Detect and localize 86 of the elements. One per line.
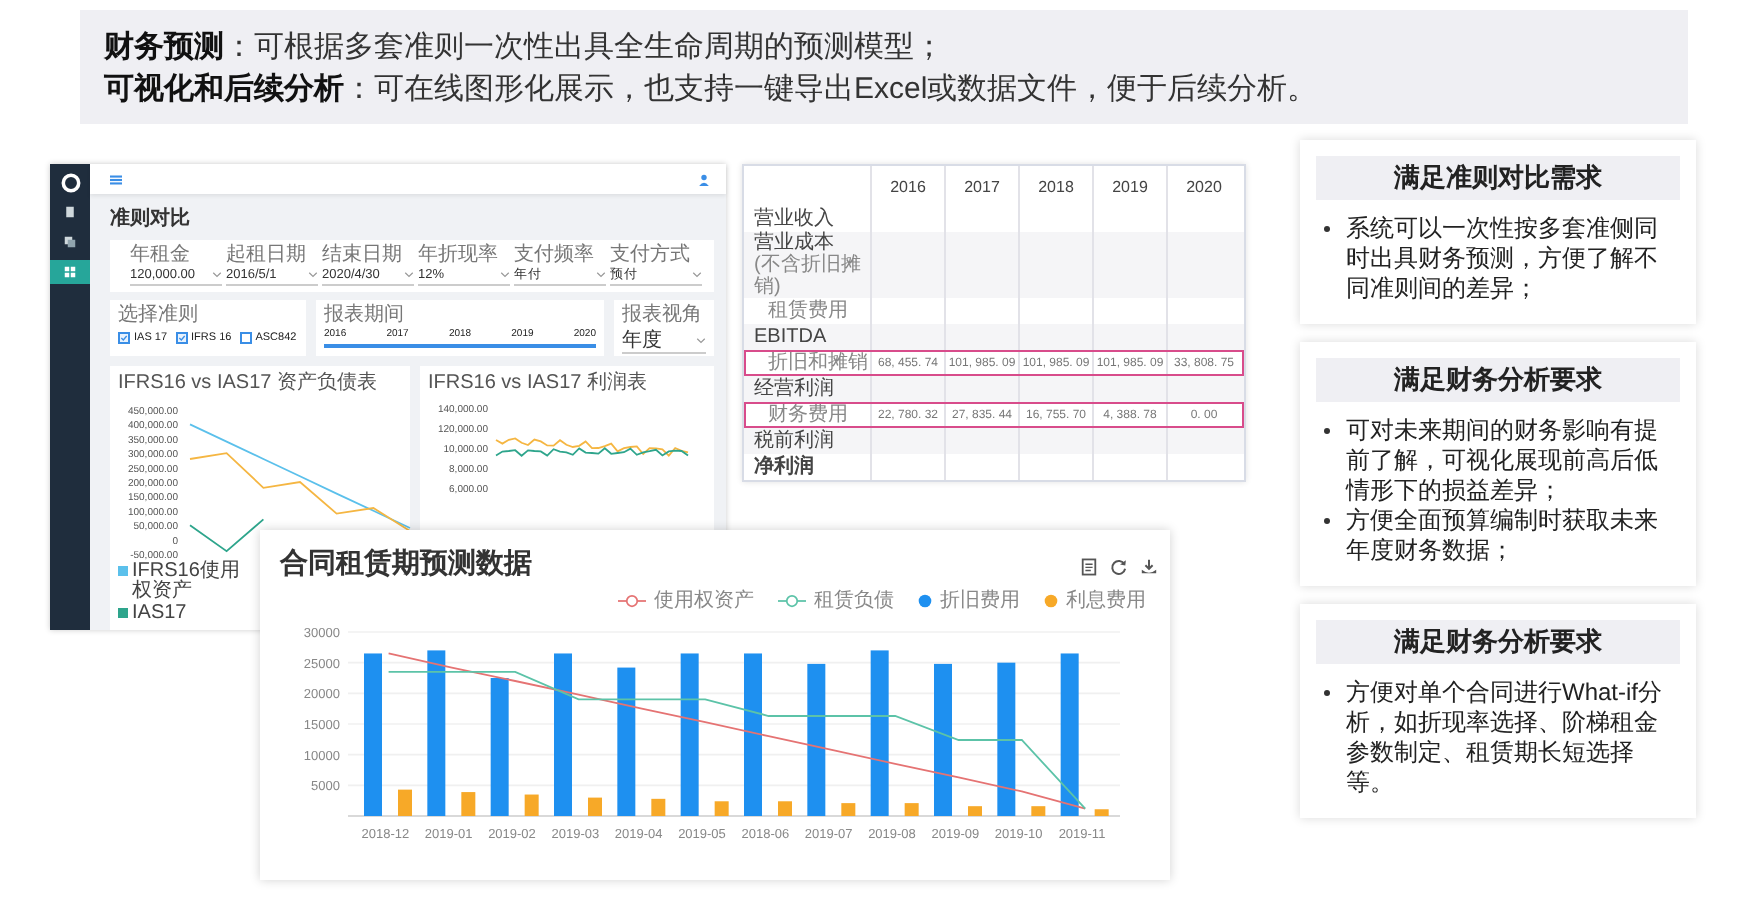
card-title: 满足准则对比需求 bbox=[1316, 156, 1680, 200]
legend-label: IFRS16使用权资产 bbox=[132, 562, 242, 602]
chart-bar bbox=[651, 798, 666, 816]
chart-bar bbox=[904, 803, 919, 816]
chart-bar bbox=[968, 806, 982, 816]
legend-swatch bbox=[118, 608, 128, 618]
legend-line-icon[interactable] bbox=[778, 594, 806, 608]
download-icon[interactable] bbox=[1140, 558, 1158, 576]
bullet-icon bbox=[1324, 226, 1330, 232]
checkbox[interactable] bbox=[239, 332, 252, 344]
legend-dot-icon[interactable] bbox=[918, 594, 932, 608]
chart-bar bbox=[398, 789, 412, 816]
group-label: 选择准则 bbox=[118, 304, 200, 326]
column-header: 2019 bbox=[1092, 166, 1166, 206]
legend-label: 利息费用 bbox=[1066, 590, 1146, 612]
chart-bar bbox=[490, 678, 509, 816]
select-field[interactable]: 年度 bbox=[622, 330, 706, 354]
card-title: 合同租赁期预测数据 bbox=[280, 546, 532, 578]
row-label: 净利润 bbox=[754, 456, 814, 478]
caret-icon bbox=[404, 272, 414, 278]
column-header: 2016 bbox=[870, 166, 944, 206]
chart-bar bbox=[588, 797, 602, 816]
column-header: 2018 bbox=[1018, 166, 1092, 206]
checkbox[interactable] bbox=[118, 332, 130, 344]
row-label: 财务费用 bbox=[768, 404, 848, 426]
column-header: 2020 bbox=[1166, 166, 1240, 206]
legend-label: 折旧费用 bbox=[940, 590, 1020, 612]
legend-label: IAS17 bbox=[132, 604, 187, 624]
chart-bar bbox=[714, 801, 729, 816]
row-label: EBITDA bbox=[754, 326, 827, 348]
chart-bar bbox=[1031, 806, 1046, 816]
row-note: (不含折旧摊销) bbox=[754, 254, 863, 298]
row-label: 折旧和摊销 bbox=[768, 352, 868, 374]
bullet-icon bbox=[1324, 428, 1330, 434]
caret-icon bbox=[212, 272, 222, 278]
caret-icon bbox=[500, 272, 510, 278]
card-title: 满足财务分析要求 bbox=[1316, 358, 1680, 402]
chart-bar bbox=[524, 794, 539, 816]
chart-bar bbox=[1094, 809, 1109, 816]
field-label: 支付方式 bbox=[610, 244, 692, 266]
caret-icon bbox=[308, 272, 318, 278]
group-label: 报表期间 bbox=[324, 304, 406, 326]
grid-icon bbox=[64, 266, 76, 278]
bullet-text: 方便全面预算编制时获取未来年度财务数据； bbox=[1346, 506, 1660, 566]
document-icon[interactable] bbox=[1080, 558, 1098, 576]
menu-icon[interactable] bbox=[110, 173, 122, 185]
legend-dot-icon[interactable] bbox=[1044, 594, 1058, 608]
bullet-text: 可对未来期间的财务影响有提前了解，可视化展现前高后低情形下的损益差异； bbox=[1346, 416, 1660, 506]
field-label: 结束日期 bbox=[322, 244, 404, 266]
legend-label: 使用权资产 bbox=[654, 590, 754, 612]
row-label: 租赁费用 bbox=[768, 300, 848, 322]
refresh-icon[interactable] bbox=[1110, 558, 1128, 576]
checkbox[interactable] bbox=[175, 332, 188, 344]
card-title: 满足财务分析要求 bbox=[1316, 620, 1680, 664]
bullet-icon bbox=[1324, 518, 1330, 524]
page-title: 准则对比 bbox=[110, 205, 192, 234]
caret-icon bbox=[696, 338, 706, 344]
field-label: 年租金 bbox=[130, 244, 192, 266]
bullet-text: 方便对单个合同进行What-if分析，如折现率选择、阶梯租金参数制定、租赁期长短选择等。 bbox=[1346, 678, 1665, 798]
banner-text: 可视化和后续分析：可在线图形化展示，也支持一键导出Excel或数据文件，便于后续分析。 bbox=[104, 70, 1320, 110]
logo-icon bbox=[59, 172, 81, 194]
group-label: 报表视角 bbox=[622, 304, 704, 326]
chart-bar bbox=[841, 803, 856, 816]
row-label: 经营利润 bbox=[754, 378, 834, 400]
chart-bar bbox=[778, 801, 792, 816]
legend-label: 租赁负债 bbox=[814, 590, 894, 612]
field-label: 支付频率 bbox=[514, 244, 596, 266]
banner-text: 财务预测：可根据多套准则一次性出具全生命周期的预测模型； bbox=[104, 28, 946, 68]
row-label: 营业收入 bbox=[754, 208, 834, 230]
layers-icon bbox=[64, 236, 76, 248]
legend-swatch bbox=[118, 566, 128, 576]
chart-bar bbox=[461, 792, 476, 816]
document-icon bbox=[64, 206, 76, 218]
legend-line-icon[interactable] bbox=[618, 594, 646, 608]
caret-icon bbox=[692, 272, 702, 278]
row-label: 税前利润 bbox=[754, 430, 834, 452]
bullet-icon bbox=[1324, 690, 1330, 696]
field-label: 起租日期 bbox=[226, 244, 308, 266]
chart-title: IFRS16 vs IAS17 利润表 bbox=[428, 372, 649, 396]
column-header: 2017 bbox=[944, 166, 1018, 206]
bullet-text: 系统可以一次性按多套准侧同时出具财务预测，方便了解不同准则间的差异； bbox=[1346, 214, 1660, 304]
chart-title: IFRS16 vs IAS17 资产负债表 bbox=[118, 372, 379, 396]
field-label: 年折现率 bbox=[418, 244, 500, 266]
user-icon[interactable] bbox=[698, 173, 710, 185]
caret-icon bbox=[596, 272, 606, 278]
row-label: 营业成本 bbox=[754, 232, 834, 254]
